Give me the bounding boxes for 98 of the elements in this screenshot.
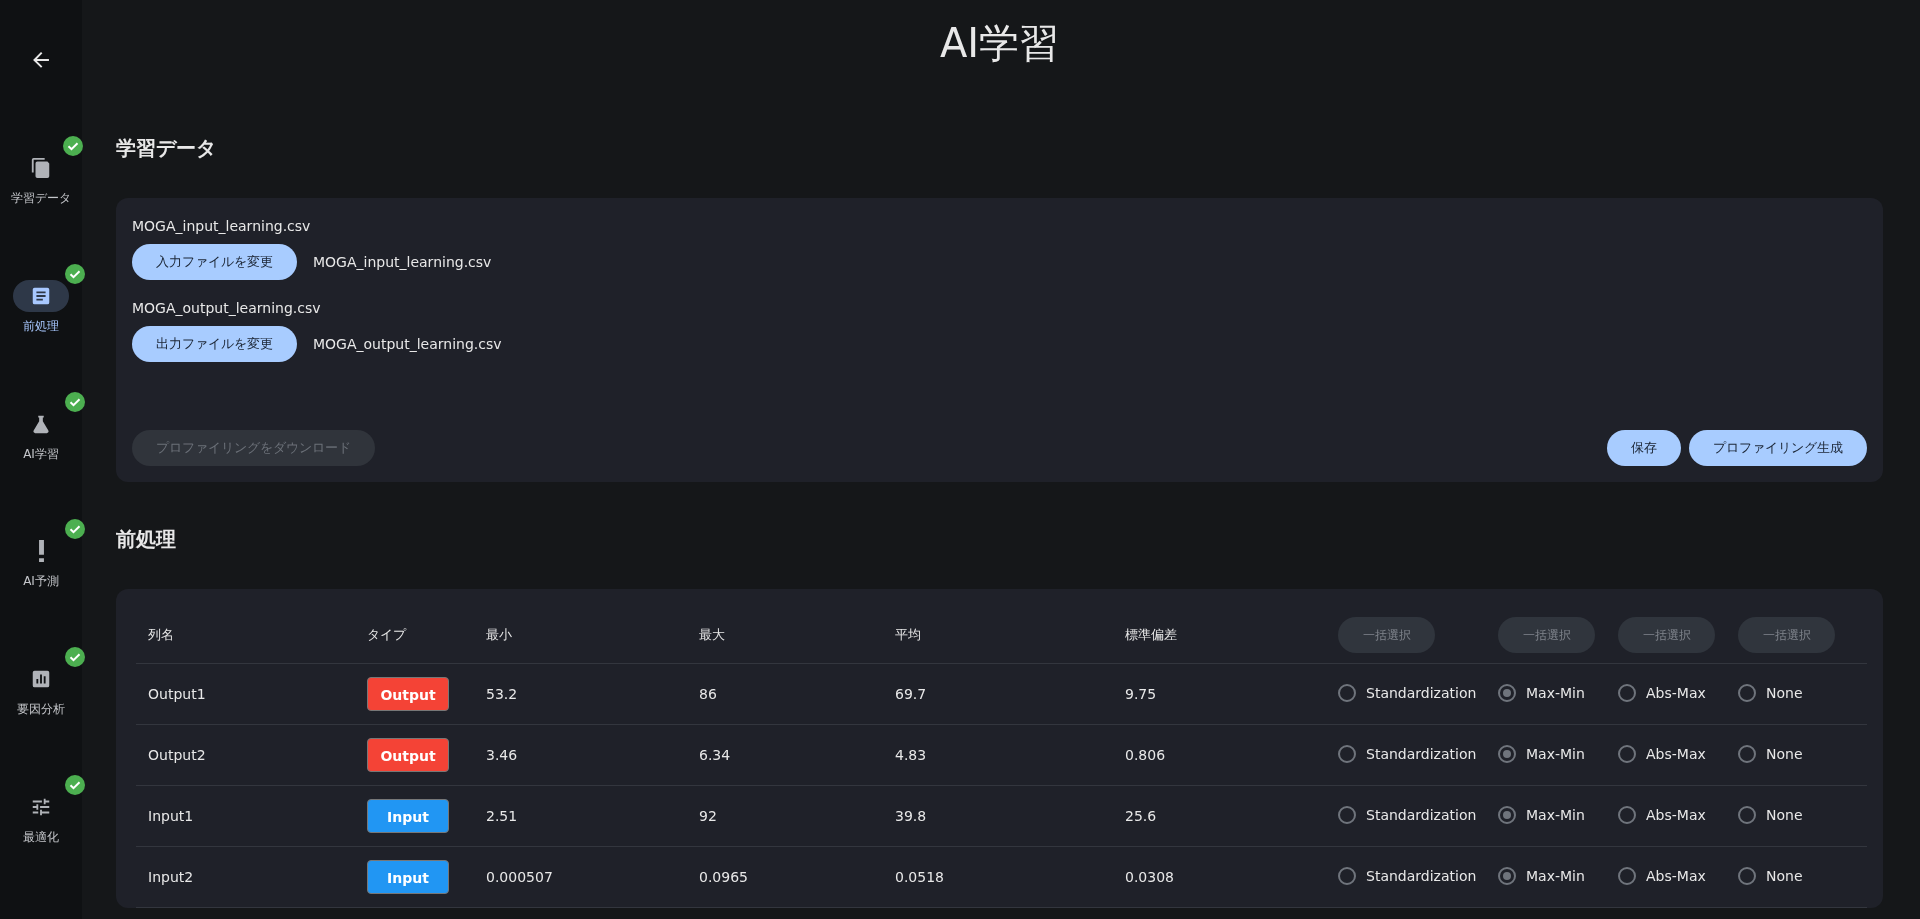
nav-label: AI予測 [23,573,59,591]
table-cell-text: 6.34 [698,747,732,763]
table-cell-text: Input2 [147,869,195,885]
radio-button[interactable] [1738,866,1756,885]
table-cell-text: Output2 [147,747,207,763]
file-name: MOGA_input_learning.csv [313,254,492,270]
nav-label: 学習データ [11,189,71,207]
section-heading: 前処理 [116,526,177,553]
radio-option[interactable]: Abs-Max [1618,866,1706,885]
radio-button[interactable] [1618,683,1636,702]
column-header: タイプ [366,626,408,644]
radio-button[interactable] [1498,866,1516,885]
table-cell-text: 0.806 [1124,747,1167,763]
radio-label: Max-Min [1526,867,1585,884]
table-cell-text: 0.000507 [485,869,554,885]
action-button[interactable]: 保存 [1607,430,1681,466]
table-cell-text: 9.75 [1124,686,1158,702]
exclamation-icon [38,540,44,563]
table-cell-text: 25.6 [1124,808,1158,824]
radio-option[interactable]: Standardization [1338,805,1477,824]
radio-label: Abs-Max [1646,867,1706,884]
radio-option[interactable]: Max-Min [1498,744,1585,763]
section-heading: 学習データ [116,135,217,162]
change-file-button[interactable]: 出力ファイルを変更 [132,326,297,362]
radio-label: Standardization [1366,745,1477,762]
radio-label: Abs-Max [1646,745,1706,762]
radio-label: Standardization [1366,684,1477,701]
file-name: MOGA_output_learning.csv [313,336,502,352]
radio-option[interactable]: Max-Min [1498,683,1585,702]
radio-button[interactable] [1618,866,1636,885]
change-file-button[interactable]: 入力ファイルを変更 [132,244,297,280]
radio-button[interactable] [1618,744,1636,763]
radio-button[interactable] [1338,744,1356,763]
table-cell-text: 92 [698,808,718,824]
radio-label: Standardization [1366,806,1477,823]
type-badge: Output [367,677,449,711]
nav-label: 要因分析 [17,701,65,719]
radio-option[interactable]: Abs-Max [1618,744,1706,763]
table-cell-text: 69.7 [894,686,928,702]
column-header: 標準偏差 [1124,626,1178,644]
file-label: MOGA_input_learning.csv [132,218,312,234]
radio-label: None [1766,684,1803,701]
radio-label: Abs-Max [1646,806,1706,823]
radio-button[interactable] [1498,683,1516,702]
radio-label: Abs-Max [1646,684,1706,701]
radio-button[interactable] [1738,805,1756,824]
document-icon [30,156,52,179]
radio-label: None [1766,745,1803,762]
radio-button[interactable] [1338,866,1356,885]
radio-option[interactable]: Standardization [1338,744,1477,763]
radio-option[interactable]: Abs-Max [1618,805,1706,824]
radio-button[interactable] [1738,683,1756,702]
radio-button[interactable] [1498,744,1516,763]
table-cell-text: 53.2 [485,686,519,702]
table-cell-text: Input1 [147,808,195,824]
radio-option[interactable]: None [1738,805,1803,824]
column-header: 最小 [485,626,513,644]
radio-option[interactable]: None [1738,866,1803,885]
type-badge: Output [367,738,449,772]
radio-option[interactable]: Abs-Max [1618,683,1706,702]
radio-label: Max-Min [1526,745,1585,762]
radio-option[interactable]: Standardization [1338,866,1477,885]
radio-button[interactable] [1338,805,1356,824]
column-header: 列名 [147,626,175,644]
table-cell-text: 0.0965 [698,869,749,885]
radio-button[interactable] [1618,805,1636,824]
table-cell-text: Output1 [147,686,207,702]
radio-label: Max-Min [1526,684,1585,701]
table-cell-text: 4.83 [894,747,928,763]
radio-option[interactable]: Max-Min [1498,805,1585,824]
radio-option[interactable]: Max-Min [1498,866,1585,885]
radio-button[interactable] [1338,683,1356,702]
radio-label: None [1766,867,1803,884]
table-cell-text: 3.46 [485,747,519,763]
type-badge: Input [367,799,449,833]
action-button[interactable]: プロファイリング生成 [1689,430,1867,466]
radio-option[interactable]: None [1738,744,1803,763]
nav-label: 最適化 [23,829,59,847]
radio-button[interactable] [1498,805,1516,824]
radio-option[interactable]: Standardization [1338,683,1477,702]
table-cell-text: 2.51 [485,808,519,824]
radio-label: None [1766,806,1803,823]
table-cell-text: 39.8 [894,808,928,824]
column-header: 平均 [894,626,922,644]
radio-label: Max-Min [1526,806,1585,823]
nav-label: AI学習 [23,445,59,463]
radio-label: Standardization [1366,867,1477,884]
type-badge: Input [367,860,449,894]
radio-button[interactable] [1738,744,1756,763]
nav-label: 前処理 [23,317,59,335]
file-label: MOGA_output_learning.csv [132,300,322,316]
radio-option[interactable]: None [1738,683,1803,702]
page-title: AI学習 [938,19,1061,68]
column-header: 最大 [698,626,726,644]
table-cell-text: 86 [698,686,718,702]
table-cell-text: 0.0308 [1124,869,1175,885]
table-cell-text: 0.0518 [894,869,945,885]
nav-item[interactable] [13,279,69,312]
